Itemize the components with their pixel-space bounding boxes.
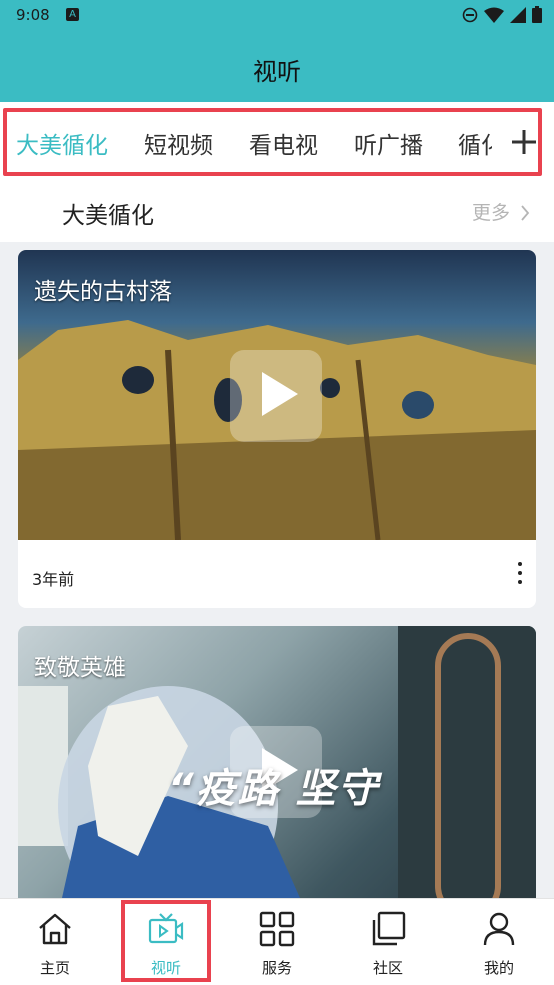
bottom-nav: 主页 视听 服务 社区 我的 xyxy=(0,898,554,985)
nav-community-label: 社区 xyxy=(372,959,403,977)
nav-community[interactable]: 社区 xyxy=(333,899,443,985)
nav-mine-label: 我的 xyxy=(483,959,514,977)
channel-tabs: 大美循化 短视频 看电视 听广播 循化 xyxy=(0,102,554,186)
tab-short-video[interactable]: 短视频 xyxy=(144,126,213,160)
nav-services-label: 服务 xyxy=(261,959,292,977)
section-header: 大美循化 更多 xyxy=(0,186,554,242)
tab-damei-xunhua[interactable]: 大美循化 xyxy=(16,126,108,160)
battery-icon xyxy=(532,6,542,23)
tab-xunhua-label: 循化 xyxy=(458,133,492,159)
more-label: 更多 xyxy=(471,202,510,224)
video-card[interactable]: 遗失的古村落 3年前 xyxy=(18,250,536,608)
video-overlay-text: “疫路 坚守 xyxy=(168,766,380,812)
stack-icon xyxy=(372,911,406,946)
video-card[interactable]: 致敬英雄 “疫路 坚守 xyxy=(18,626,536,916)
user-icon xyxy=(483,912,515,946)
status-bar: 9:08 A xyxy=(0,0,554,30)
play-icon xyxy=(262,372,298,416)
app-bar: 视听 xyxy=(0,30,554,102)
signal-icon xyxy=(510,6,526,23)
tab-listen-radio[interactable]: 听广播 xyxy=(354,126,423,160)
video-title: 遗失的古村落 xyxy=(34,279,172,305)
notification-icon: A xyxy=(66,8,79,21)
section-title: 大美循化 xyxy=(62,203,154,229)
video-title: 致敬英雄 xyxy=(34,655,126,681)
video-thumbnail[interactable]: 遗失的古村落 xyxy=(18,250,536,540)
chevron-right-icon xyxy=(521,205,530,221)
home-icon xyxy=(39,913,71,945)
video-time-ago: 3年前 xyxy=(32,570,75,589)
plus-icon[interactable] xyxy=(512,130,536,154)
tab-watch-tv[interactable]: 看电视 xyxy=(249,126,318,160)
nav-home[interactable]: 主页 xyxy=(0,899,110,985)
nav-mine[interactable]: 我的 xyxy=(444,899,554,985)
more-options-icon[interactable] xyxy=(518,562,522,589)
wifi-icon xyxy=(484,7,504,23)
tab-xunhua-clipped[interactable]: 循化 xyxy=(458,126,492,160)
play-button[interactable] xyxy=(230,350,322,442)
video-thumbnail[interactable]: 致敬英雄 “疫路 坚守 xyxy=(18,626,536,916)
nav-home-label: 主页 xyxy=(39,959,70,977)
grid-icon xyxy=(259,911,295,947)
status-time: 9:08 xyxy=(16,6,50,24)
page-title: 视听 xyxy=(253,58,301,86)
more-link[interactable]: 更多 xyxy=(472,198,530,225)
dnd-icon xyxy=(462,7,478,22)
status-icons xyxy=(462,6,542,23)
nav-highlight-frame xyxy=(121,900,211,982)
nav-services[interactable]: 服务 xyxy=(222,899,332,985)
